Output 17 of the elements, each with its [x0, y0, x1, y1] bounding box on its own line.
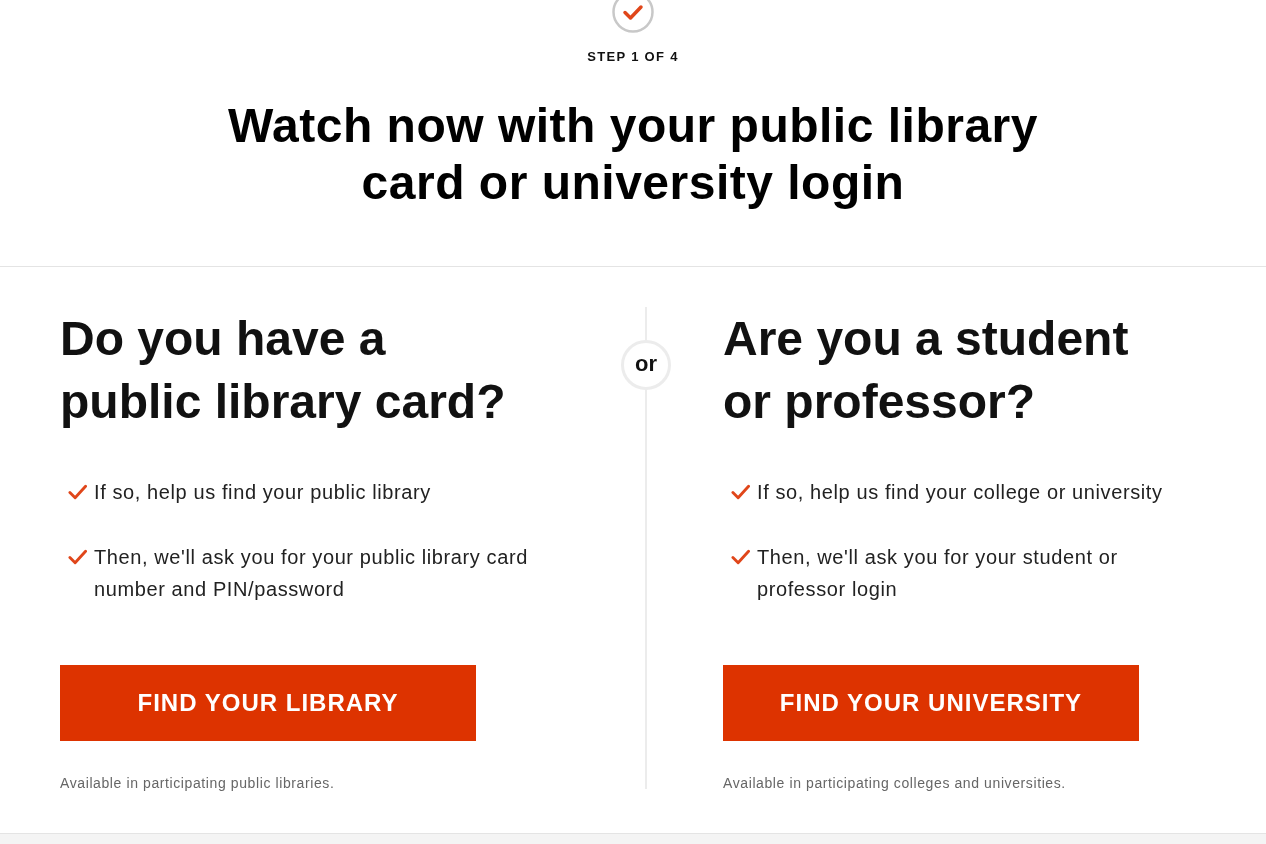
step-point-text: Then, we'll ask you for your student or professor login [757, 545, 1119, 602]
find-button[interactable]: FIND YOUR UNIVERSITY [723, 665, 1139, 741]
check-icon [68, 484, 87, 500]
check-icon [731, 484, 750, 500]
option-title: Do you have a public library card? [60, 311, 507, 430]
step-label: STEP 1 OF 4 [587, 48, 679, 66]
option-title: Are you a student or professor? [723, 311, 1130, 430]
step-point-text: If so, help us find your public library [94, 480, 432, 505]
step-point-text: If so, help us find your college or university [757, 480, 1164, 505]
check-icon [731, 549, 750, 565]
availability-note: Available in participating colleges and universities. [723, 774, 1067, 792]
availability-note: Available in participating public libraries. [60, 774, 336, 792]
page-heading: Watch now with your public library card or university login [227, 97, 1039, 211]
step-point-text: Then, we'll ask you for your public library card number and PIN/password [94, 545, 529, 602]
check-icon [68, 549, 87, 565]
find-button[interactable]: FIND YOUR LIBRARY [60, 665, 476, 741]
or-separator: or [621, 340, 671, 390]
